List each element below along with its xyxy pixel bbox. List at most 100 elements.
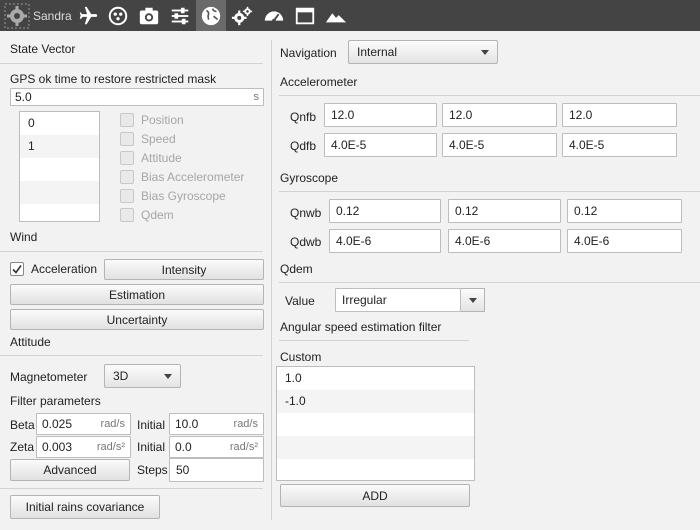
brand[interactable]: Sandra bbox=[4, 0, 72, 31]
camera-icon bbox=[139, 7, 159, 24]
qdwb-z-field[interactable]: 4.0E-6 bbox=[567, 229, 682, 253]
intensity-button[interactable]: Intensity bbox=[104, 259, 264, 280]
qdfb-x-field[interactable]: 4.0E-5 bbox=[324, 133, 437, 157]
sliders-button[interactable] bbox=[165, 0, 195, 31]
list-item[interactable]: 0 bbox=[20, 112, 99, 135]
qnwb-z-value: 0.12 bbox=[574, 204, 598, 218]
zeta-field[interactable]: 0.003 rad/s² bbox=[36, 436, 131, 458]
chevron-down-icon bbox=[481, 49, 489, 55]
attitude-label: Attitude bbox=[141, 151, 182, 165]
state-vector-title: State Vector bbox=[10, 42, 76, 56]
qdfb-y-field[interactable]: 4.0E-5 bbox=[442, 133, 557, 157]
navigation-select[interactable]: Internal bbox=[348, 40, 498, 64]
navigation-label: Navigation bbox=[280, 46, 337, 60]
qnwb-label: Qnwb bbox=[290, 206, 322, 220]
magnetometer-label: Magnetometer bbox=[10, 370, 88, 384]
globe-button[interactable] bbox=[196, 0, 226, 31]
estimation-button[interactable]: Estimation bbox=[10, 284, 264, 305]
qnfb-x-field[interactable]: 12.0 bbox=[324, 103, 437, 127]
airplane-button[interactable] bbox=[73, 0, 103, 31]
divider bbox=[279, 191, 700, 192]
gears-icon bbox=[231, 6, 253, 25]
divider bbox=[0, 355, 263, 356]
speed-label: Speed bbox=[141, 132, 176, 146]
speed-checkbox[interactable] bbox=[120, 132, 134, 146]
globe-icon bbox=[201, 6, 221, 25]
qnfb-y-field[interactable]: 12.0 bbox=[442, 103, 557, 127]
qnwb-x-field[interactable]: 0.12 bbox=[329, 199, 441, 223]
qnfb-z-field[interactable]: 12.0 bbox=[562, 103, 677, 127]
satellite-button[interactable] bbox=[103, 0, 133, 31]
divider bbox=[279, 95, 700, 96]
initial-rate-unit: rad/s bbox=[233, 418, 258, 430]
value-dropdown-button[interactable] bbox=[461, 288, 485, 312]
qnfb-y-value: 12.0 bbox=[449, 108, 473, 122]
qdem-checkbox[interactable] bbox=[120, 208, 134, 222]
mountain-button[interactable] bbox=[321, 0, 351, 31]
chevron-down-icon bbox=[164, 373, 172, 379]
acceleration-checkbox[interactable] bbox=[10, 262, 24, 276]
bias-gyroscope-label: Bias Gyroscope bbox=[141, 189, 226, 203]
qnfb-z-value: 12.0 bbox=[569, 108, 593, 122]
window-button[interactable] bbox=[290, 0, 320, 31]
bias-gyroscope-checkbox[interactable] bbox=[120, 189, 134, 203]
divider bbox=[0, 63, 263, 64]
initial-accel-field[interactable]: 0.0 rad/s² bbox=[169, 436, 264, 458]
steps-label: Steps bbox=[137, 463, 168, 477]
bias-accelerometer-checkbox[interactable] bbox=[120, 170, 134, 184]
qdem-label: Qdem bbox=[141, 208, 174, 222]
accelerometer-title: Accelerometer bbox=[280, 75, 358, 89]
list-item[interactable] bbox=[20, 158, 99, 181]
gps-time-value: 5.0 bbox=[15, 90, 32, 104]
initial-rains-covariance-button[interactable]: Initial rains covariance bbox=[10, 495, 160, 519]
airplane-icon bbox=[79, 6, 98, 24]
camera-button[interactable] bbox=[134, 0, 164, 31]
list-item[interactable] bbox=[20, 181, 99, 204]
position-checkbox[interactable] bbox=[120, 113, 134, 127]
dashboard-button[interactable] bbox=[259, 0, 289, 31]
qdwb-x-field[interactable]: 4.0E-6 bbox=[329, 229, 441, 253]
qdfb-z-field[interactable]: 4.0E-5 bbox=[562, 133, 677, 157]
magnetometer-select[interactable]: 3D bbox=[104, 364, 181, 388]
toolbar: Sandra bbox=[0, 0, 700, 31]
advanced-button[interactable]: Advanced bbox=[10, 459, 130, 481]
qdem-title: Qdem bbox=[280, 262, 313, 276]
beta-label: Beta bbox=[10, 418, 35, 432]
list-item[interactable] bbox=[277, 413, 474, 436]
initial-label: Initial bbox=[137, 418, 166, 432]
qdfb-z-value: 4.0E-5 bbox=[569, 138, 605, 152]
window-icon bbox=[295, 7, 315, 24]
custom-label: Custom bbox=[280, 350, 322, 364]
uncertainty-button[interactable]: Uncertainty bbox=[10, 309, 264, 330]
list-item[interactable] bbox=[20, 204, 99, 221]
qdfb-label: Qdfb bbox=[290, 139, 317, 153]
divider bbox=[279, 340, 469, 341]
gps-time-field[interactable]: 5.0 s bbox=[10, 88, 264, 106]
list-item[interactable]: 1 bbox=[20, 135, 99, 158]
steps-field[interactable]: 50 bbox=[169, 458, 264, 482]
initial-rate-field[interactable]: 10.0 rad/s bbox=[169, 413, 264, 435]
beta-unit: rad/s bbox=[100, 418, 125, 430]
state-index-list[interactable]: 0 1 bbox=[19, 111, 100, 222]
beta-field[interactable]: 0.025 rad/s bbox=[36, 413, 131, 435]
list-item[interactable] bbox=[277, 459, 474, 480]
qdwb-y-field[interactable]: 4.0E-6 bbox=[448, 229, 561, 253]
list-item[interactable]: -1.0 bbox=[277, 390, 474, 413]
list-item[interactable] bbox=[277, 436, 474, 459]
dashboard-icon bbox=[264, 10, 284, 22]
add-button[interactable]: ADD bbox=[280, 484, 470, 507]
list-item[interactable]: 1.0 bbox=[277, 367, 474, 390]
divider bbox=[0, 488, 263, 489]
sliders-icon bbox=[171, 7, 189, 24]
gear-icon bbox=[4, 3, 30, 28]
custom-values-list[interactable]: 1.0 -1.0 bbox=[276, 366, 475, 481]
qdwb-y-value: 4.0E-6 bbox=[455, 234, 491, 248]
qnwb-z-field[interactable]: 0.12 bbox=[567, 199, 682, 223]
gears-button[interactable] bbox=[227, 0, 257, 31]
qnwb-y-field[interactable]: 0.12 bbox=[448, 199, 561, 223]
divider bbox=[0, 251, 263, 252]
attitude-checkbox[interactable] bbox=[120, 151, 134, 165]
divider bbox=[279, 282, 700, 283]
value-select[interactable]: Irregular bbox=[335, 288, 461, 312]
qdfb-y-value: 4.0E-5 bbox=[449, 138, 485, 152]
